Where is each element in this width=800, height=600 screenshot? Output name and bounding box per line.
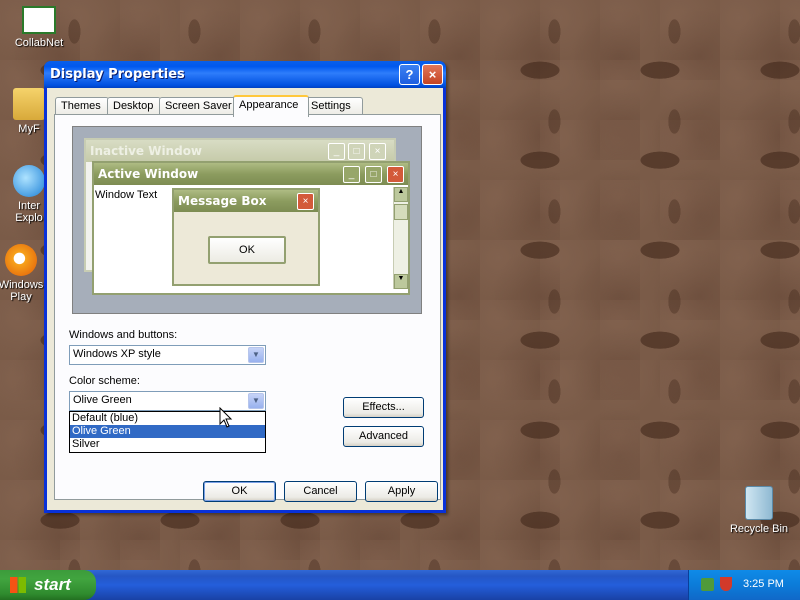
network-icon[interactable]: [701, 578, 714, 591]
color-scheme-value: Olive Green: [73, 394, 132, 406]
advanced-button[interactable]: Advanced: [343, 426, 424, 447]
display-properties-window: Display Properties ? × Themes Desktop Sc…: [44, 61, 446, 513]
windows-buttons-label: Windows and buttons:: [69, 329, 178, 341]
color-scheme-option[interactable]: Default (blue): [70, 412, 265, 425]
dialog-client: Themes Desktop Screen Saver Appearance S…: [47, 88, 443, 510]
minimize-icon: _: [328, 143, 345, 160]
start-label: start: [34, 575, 71, 594]
mouse-cursor-icon: [219, 407, 233, 428]
security-shield-icon[interactable]: [720, 577, 732, 591]
close-button[interactable]: ×: [422, 64, 443, 85]
desktop-icon-label: Windows: [0, 279, 44, 291]
effects-button[interactable]: Effects...: [343, 397, 424, 418]
preview-message-box: Message Box × OK: [172, 188, 320, 286]
tab-themes[interactable]: Themes: [55, 97, 109, 115]
my-documents-icon: [13, 88, 45, 120]
appearance-panel: Inactive Window _ □ × Active Window _ □ …: [54, 114, 441, 500]
maximize-icon: □: [348, 143, 365, 160]
minimize-icon: _: [343, 166, 360, 183]
desktop-icon-label: Recycle Bin: [729, 523, 789, 535]
chevron-down-icon[interactable]: ▼: [248, 393, 264, 409]
internet-explorer-icon: [13, 165, 45, 197]
window-title: Display Properties: [50, 67, 185, 82]
preview-ok-button: OK: [208, 236, 286, 264]
scroll-down-icon: ▼: [394, 274, 408, 289]
preview-scrollbar: ▲ ▼: [393, 187, 408, 289]
taskbar: start 3:25 PM: [0, 570, 800, 600]
tab-screen-saver[interactable]: Screen Saver: [159, 97, 238, 115]
system-tray: 3:25 PM: [688, 570, 800, 600]
close-icon: ×: [297, 193, 314, 210]
preview-active-title: Active Window: [94, 163, 408, 185]
title-bar[interactable]: Display Properties ? ×: [44, 61, 446, 88]
cancel-button[interactable]: Cancel: [284, 481, 357, 502]
collabnet-icon: [22, 6, 56, 34]
maximize-icon: □: [365, 166, 382, 183]
desktop-icon-label: CollabNet: [14, 37, 64, 49]
tab-settings[interactable]: Settings: [305, 97, 363, 115]
preview-window-text: Window Text: [95, 189, 158, 201]
tab-desktop[interactable]: Desktop: [107, 97, 161, 115]
color-scheme-option[interactable]: Silver: [70, 438, 265, 451]
scroll-thumb: [394, 204, 408, 220]
help-button[interactable]: ?: [399, 64, 420, 85]
desktop-icon-collabnet[interactable]: CollabNet: [4, 6, 74, 49]
appearance-preview: Inactive Window _ □ × Active Window _ □ …: [72, 126, 422, 314]
tab-appearance[interactable]: Appearance: [233, 95, 309, 117]
scroll-up-icon: ▲: [394, 187, 408, 202]
color-scheme-option-selected[interactable]: Olive Green: [70, 425, 265, 438]
color-scheme-dropdown-list: Default (blue) Olive Green Silver: [69, 411, 266, 453]
windows-media-player-icon: [5, 244, 37, 276]
close-icon: ×: [369, 143, 386, 160]
color-scheme-label: Color scheme:: [69, 375, 140, 387]
start-button[interactable]: start: [0, 570, 96, 600]
apply-button[interactable]: Apply: [365, 481, 438, 502]
windows-buttons-select[interactable]: Windows XP style ▼: [69, 345, 266, 365]
desktop-icon-windows-media-player[interactable]: Windows Play: [0, 244, 46, 303]
ok-button[interactable]: OK: [203, 481, 276, 502]
windows-buttons-value: Windows XP style: [73, 348, 161, 360]
clock[interactable]: 3:25 PM: [743, 578, 784, 590]
color-scheme-select[interactable]: Olive Green ▼: [69, 391, 266, 411]
recycle-bin-icon: [745, 486, 773, 520]
desktop-icon-recycle-bin[interactable]: Recycle Bin: [724, 486, 794, 535]
desktop-icon-label-2: Play: [10, 291, 32, 303]
chevron-down-icon[interactable]: ▼: [248, 347, 264, 363]
desktop-icon-label: MyF: [18, 123, 40, 135]
windows-logo-icon: [10, 577, 26, 593]
close-icon: ×: [387, 166, 404, 183]
